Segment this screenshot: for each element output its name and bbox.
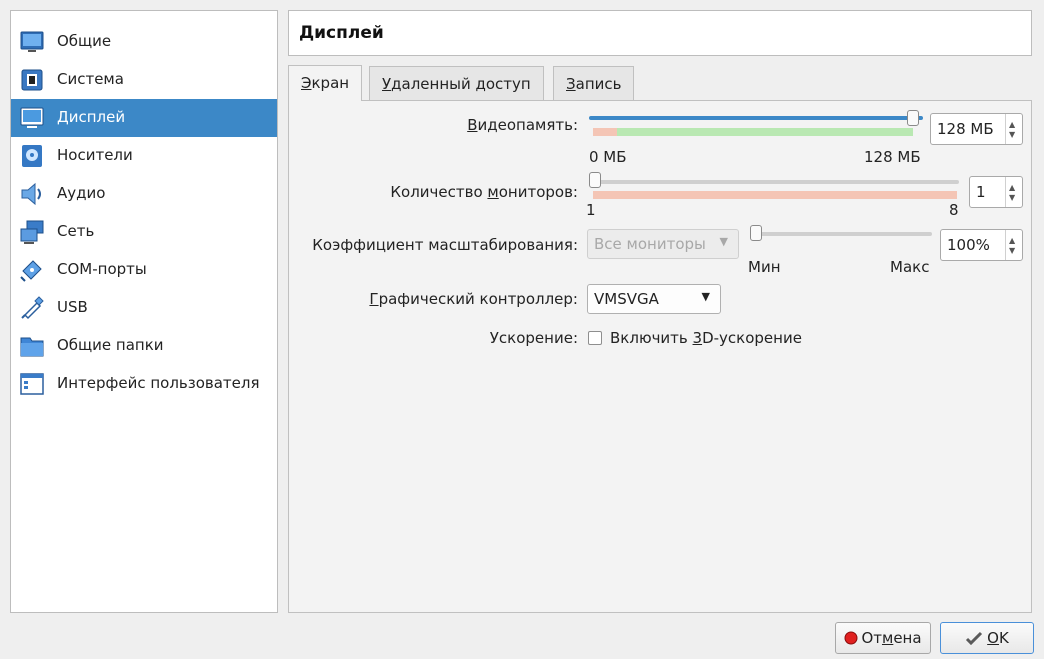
sidebar-item-label: Сеть (57, 222, 95, 240)
monitor-count-slider-groove[interactable] (589, 180, 959, 184)
shared-folder-icon (20, 337, 44, 357)
scale-factor-slider-groove[interactable] (750, 232, 932, 236)
chevron-down-icon: ▼ (701, 290, 710, 303)
sidebar-item-label: Система (57, 70, 124, 88)
tab-mnemonic: У (382, 75, 392, 93)
enable-3d-checkbox[interactable] (588, 331, 602, 345)
video-memory-min-label: 0 МБ (589, 148, 627, 166)
video-memory-spinbox[interactable]: 128 МБ ▲ ▼ (930, 113, 1023, 145)
sidebar-item-system[interactable]: Система (11, 61, 277, 99)
monitor-count-min-label: 1 (586, 201, 596, 219)
video-memory-label: Видеопамять: (467, 116, 578, 134)
scale-factor-slider-handle[interactable] (750, 225, 762, 241)
storage-disk-icon (22, 145, 42, 167)
sidebar-item-usb[interactable]: USB (11, 289, 277, 327)
display-icon (20, 107, 44, 128)
scale-factor-spinbox[interactable]: 100% ▲ ▼ (940, 229, 1023, 261)
spin-down-icon[interactable]: ▼ (1009, 194, 1015, 202)
spin-up-icon[interactable]: ▲ (1009, 237, 1015, 245)
sidebar-item-label: COM-порты (57, 260, 147, 278)
sidebar-item-network[interactable]: Сеть (11, 213, 277, 251)
scale-factor-value: 100% (947, 236, 990, 254)
sidebar-item-label: Носители (57, 146, 133, 164)
spin-down-icon[interactable]: ▼ (1009, 247, 1015, 255)
monitor-count-slider-handle[interactable] (589, 172, 601, 188)
video-memory-value: 128 МБ (937, 120, 994, 138)
acceleration-label: Ускорение: (489, 329, 578, 347)
tab-mnemonic: Э (301, 74, 312, 92)
sidebar-item-user-interface[interactable]: Интерфейс пользователя (11, 365, 277, 403)
scale-factor-label: Коэффициент масштабирования: (312, 236, 578, 254)
sidebar-item-label: Общие (57, 32, 112, 50)
video-memory-max-label: 128 МБ (864, 148, 921, 166)
sidebar-item-label: Общие папки (57, 336, 164, 354)
sidebar-item-display[interactable]: Дисплей (11, 99, 277, 137)
tab-screen[interactable]: Экран (288, 65, 363, 101)
graphics-controller-label: Графический контроллер: (369, 290, 578, 308)
monitor-count-spinbox[interactable]: 1 ▲ ▼ (969, 176, 1023, 208)
sidebar-item-label: Аудио (57, 184, 106, 202)
user-interface-icon (20, 373, 44, 395)
sidebar-item-label: Дисплей (57, 108, 126, 126)
tab-label: кран (311, 74, 350, 92)
sidebar-item-label: USB (57, 298, 88, 316)
speaker-icon (21, 182, 41, 206)
usb-icon (21, 296, 44, 320)
monitor-count-max-label: 8 (949, 201, 959, 219)
sidebar-item-com-ports[interactable]: COM-порты (11, 251, 277, 289)
page-title: Дисплей (299, 23, 384, 43)
graphics-controller-select[interactable]: VMSVGA ▼ (587, 284, 721, 314)
checkmark-icon (966, 631, 983, 645)
video-memory-slider-handle[interactable] (907, 110, 919, 126)
enable-3d-label[interactable]: Включить 3D-ускорение (610, 329, 802, 347)
tab-mnemonic: З (566, 75, 576, 93)
scale-monitor-select-value: Все мониторы (594, 235, 706, 253)
tab-recording[interactable]: Запись (553, 66, 635, 100)
scale-monitor-select[interactable]: Все мониторы ▼ (587, 229, 739, 259)
monitor-count-value: 1 (976, 183, 986, 201)
graphics-controller-value: VMSVGA (594, 290, 659, 308)
spin-up-icon[interactable]: ▲ (1009, 121, 1015, 129)
scale-factor-min-label: Мин (748, 258, 781, 276)
page-title-box: Дисплей (288, 10, 1032, 56)
video-memory-green-zone (617, 128, 913, 136)
chip-icon (21, 69, 43, 91)
sidebar-item-general[interactable]: Общие (11, 23, 277, 61)
sidebar-item-storage[interactable]: Носители (11, 137, 277, 175)
cancel-button[interactable]: От м ена (835, 622, 931, 654)
serial-port-icon (20, 260, 42, 282)
spin-up-icon[interactable]: ▲ (1009, 184, 1015, 192)
cancel-icon (844, 631, 858, 645)
tab-remote-access[interactable]: Удаленный доступ (369, 66, 544, 100)
sidebar-item-audio[interactable]: Аудио (11, 175, 277, 213)
tab-label: апись (575, 75, 622, 93)
ok-button[interactable]: ОK (940, 622, 1034, 654)
sidebar-item-label: Интерфейс пользователя (57, 374, 260, 392)
network-icon (20, 220, 44, 244)
video-memory-red-zone (593, 128, 617, 136)
chevron-down-icon: ▼ (719, 235, 728, 248)
tab-label: даленный доступ (391, 75, 531, 93)
monitor-general-icon (20, 31, 44, 52)
settings-sidebar: Общие Система Дисплей Носители Аудио Сет… (10, 10, 278, 613)
monitor-count-label: Количество мониторов: (390, 183, 578, 201)
screen-tab-panel (288, 100, 1032, 613)
monitor-count-red-zone (593, 191, 957, 199)
sidebar-item-shared-folders[interactable]: Общие папки (11, 327, 277, 365)
scale-factor-max-label: Макс (890, 258, 930, 276)
spin-down-icon[interactable]: ▼ (1009, 131, 1015, 139)
video-memory-slider-groove[interactable] (589, 116, 923, 120)
